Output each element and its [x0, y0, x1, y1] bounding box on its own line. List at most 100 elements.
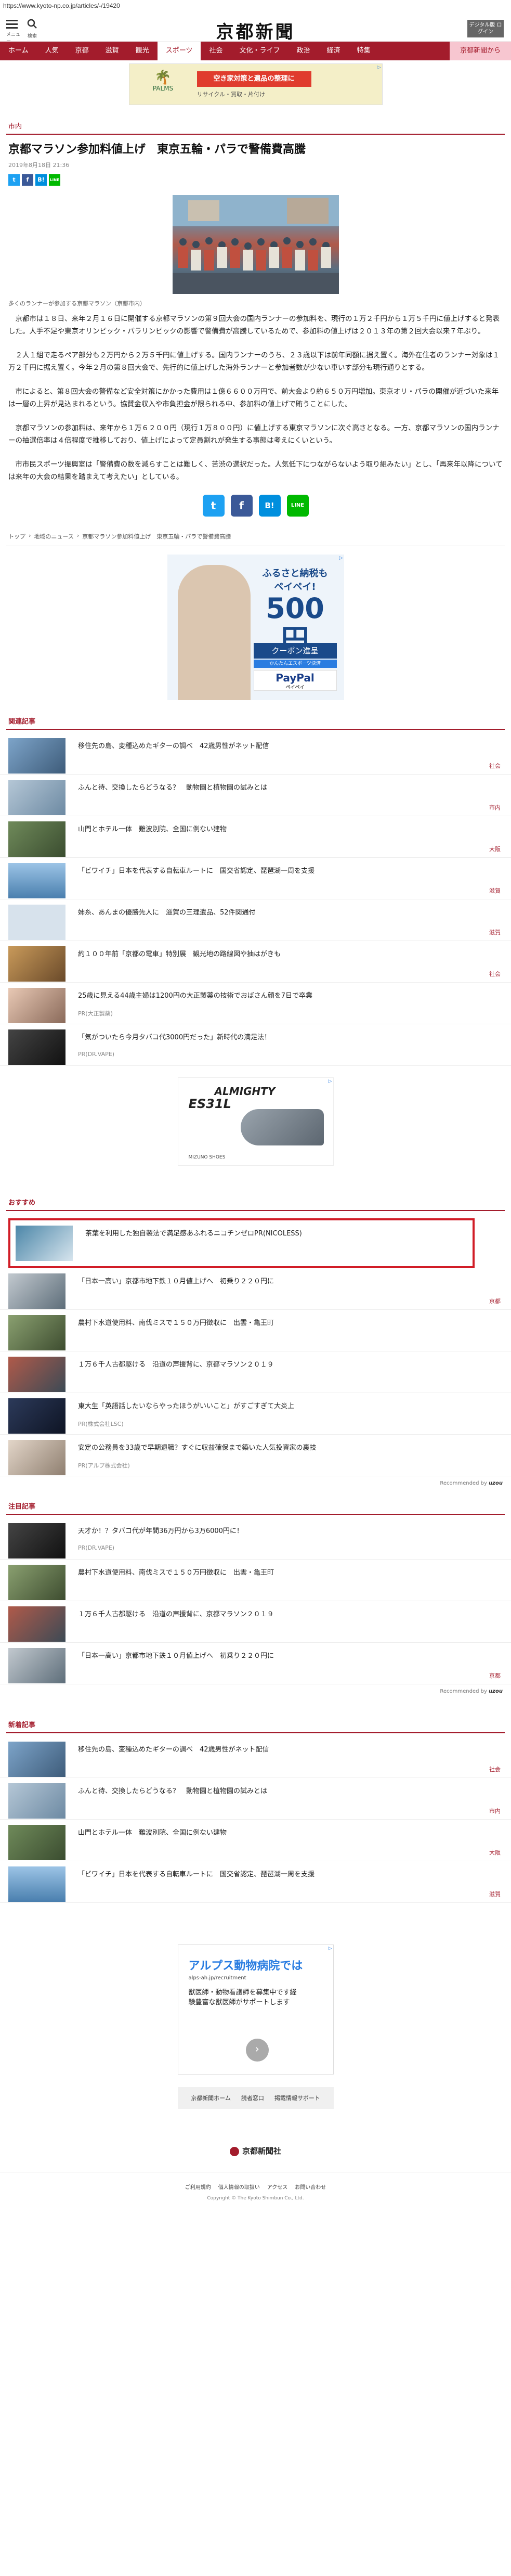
nav-item-economy[interactable]: 経済 — [318, 42, 348, 60]
mizuno-ad[interactable]: ALMIGHTY ES31L MIZUNO SHOES ▷ — [177, 1077, 334, 1166]
line-icon[interactable]: LINE — [49, 174, 60, 186]
paypay-ad[interactable]: ふるさと納税も ペイペイ! 500円 クーポン進呈 かんたんエスポーツ決済 Pa… — [167, 555, 344, 700]
list-item[interactable]: 移住先の島、変種込めたギターの調べ 42歳男性がネット配信 社会 — [0, 1736, 511, 1778]
list-item-category: 大阪 — [489, 846, 501, 853]
list-item-title: 東大生「英語話したいならやったほうがいいこと」がすごすぎて大炎上 PR(株式会社L… — [65, 1398, 294, 1429]
list-item[interactable]: 東大生「英語話したいならやったほうがいいこと」がすごすぎて大炎上 PR(株式会社L… — [0, 1393, 511, 1435]
list-item[interactable]: 25歳に見える44歳主婦は1200円の大正製薬の技術でおばさん顔を7日で卒業 PR… — [0, 983, 511, 1024]
list-item[interactable]: 「ビワイチ」日本を代表する自転車ルートに 国交省認定、琵琶湖一周を支援 滋賀 — [0, 1861, 511, 1903]
list-item[interactable]: 農村下水道使用料、南伐ミスで１５０万円徴収に 出雲・亀王町 — [0, 1310, 511, 1351]
new-title: 新着記事 — [8, 1721, 36, 1729]
list-item[interactable]: 姉糸、あんまの優勝先人に 滋賀の三理遺品、52件関通付 滋賀 — [0, 899, 511, 941]
adchoices-icon[interactable]: ▷ — [329, 1946, 332, 1951]
footer-nav-item[interactable]: 個人情報の取扱い — [218, 2183, 260, 2191]
list-item[interactable]: 山門とホテル一体 難波別院、全国に例ない建物 大阪 — [0, 1820, 511, 1861]
nav-item-home[interactable]: ホーム — [0, 42, 37, 60]
footer-logo[interactable]: 京都新聞社 — [0, 2145, 511, 2156]
footer-nav-item[interactable]: ご利用規約 — [185, 2183, 211, 2191]
list-item[interactable]: 天才か！？タバコ代が年間36万円から3万6000円に！ PR(DR.VAPE) — [0, 1518, 511, 1560]
top-ad-banner[interactable]: 🌴 PALMS 空き家対策と遺品の整理に リサイクル・買取・片付け ▷ — [128, 63, 383, 105]
footer-link[interactable]: 読者窓口 — [241, 2094, 264, 2102]
thumbnail — [8, 1357, 65, 1392]
recommended-by[interactable]: Recommended by uzou — [0, 1476, 511, 1490]
nav-item-shiga[interactable]: 滋賀 — [97, 42, 127, 60]
recommended-by[interactable]: Recommended by uzou — [0, 1684, 511, 1698]
footer-link[interactable]: 掲載情報サポート — [274, 2094, 320, 2102]
nav-item-from-kyoto[interactable]: 京都新聞から — [449, 42, 511, 60]
url-bar: https://www.kyoto-np.co.jp/articles/-/19… — [3, 2, 120, 9]
breadcrumb-item[interactable]: 地域のニュース — [34, 532, 73, 540]
adchoices-icon[interactable]: ▷ — [329, 1079, 332, 1084]
facebook-share-button[interactable]: f — [230, 495, 253, 517]
share-row-large: t f B! LINE — [0, 495, 511, 517]
list-item-title: ふんと待、交換したらどうなる？ 動物園と植物園の試みとは — [78, 784, 268, 792]
list-item-title: 農村下水道使用料、南伐ミスで１５０万円徴収に 出雲・亀王町 — [78, 1319, 274, 1327]
list-item[interactable]: １万６千人古都駆ける 沿道の声援背に、京都マラソン２０１９ — [0, 1351, 511, 1393]
adchoices-icon[interactable]: ▷ — [377, 65, 381, 70]
line-share-button[interactable]: LINE — [286, 495, 309, 517]
ad-brand: PALMS — [152, 85, 174, 92]
article-paragraph: 京都市は１８日、来年２月１６日に開催する京都マラソンの第９回大会の国内ランナーの… — [8, 315, 500, 336]
list-item-category: 大阪 — [489, 1849, 501, 1856]
footer-nav-item[interactable]: アクセス — [267, 2183, 288, 2191]
thumbnail — [8, 1523, 65, 1559]
list-item-category: 社会 — [489, 971, 501, 977]
breadcrumb-item[interactable]: トップ — [8, 532, 25, 540]
divider — [6, 1732, 505, 1733]
list-item[interactable]: 約１００年前「京都の電車」特別展 観光地の路線図や抽はがきも 社会 — [0, 941, 511, 983]
list-item[interactable]: 安定の公務員を33歳で早期退職？すぐに収益確保まで築いた人気投資家の裏技 PR(ア… — [0, 1435, 511, 1476]
highlighted-recommend-item[interactable]: 茶葉を利用した独自製法で満足感あふれるニコチンゼロPR(NICOLESS) — [8, 1218, 475, 1268]
site-logo[interactable]: 京都新聞 — [0, 18, 511, 43]
hospital-ad[interactable]: アルプス動物病院では alps-ah.jp/recruitment 獣医師・動物… — [177, 1944, 334, 2075]
pr-label: PR(株式会社LSC) — [78, 1421, 124, 1427]
nav-item-kyoto[interactable]: 京都 — [67, 42, 97, 60]
adchoices-icon[interactable]: ▷ — [339, 556, 343, 561]
list-item[interactable]: 農村下水道使用料、南伐ミスで１５０万円徴収に 出雲・亀王町 — [0, 1560, 511, 1601]
hatena-share-button[interactable]: B! — [258, 495, 281, 517]
list-item[interactable]: 「気がついたら今月タバコ代3000円だった」新時代の満足法！ PR(DR.VAPE… — [0, 1024, 511, 1066]
list-item[interactable]: ふんと待、交換したらどうなる？ 動物園と植物園の試みとは 市内 — [0, 775, 511, 816]
nav-item-tourism[interactable]: 観光 — [127, 42, 158, 60]
ad-copy: ふるさと納税も ペイペイ! 500円 — [254, 566, 337, 655]
nav-item-sports[interactable]: スポーツ — [157, 42, 201, 60]
list-item-category: 滋賀 — [489, 1891, 501, 1898]
list-item[interactable]: 移住先の島、変種込めたギターの調べ 42歳男性がネット配信 社会 — [0, 733, 511, 775]
nav-item-culture[interactable]: 文化・ライフ — [231, 42, 288, 60]
pr-title: 東大生「英語話したいならやったほうがいいこと」がすごすぎて大炎上 — [78, 1402, 295, 1410]
list-item[interactable]: 山門とホテル一体 難波別院、全国に例ない建物大阪 — [0, 816, 511, 858]
list-item-title: 山門とホテル一体 難波別院、全国に例ない建物 — [78, 826, 227, 833]
footer-link[interactable]: 京都新聞ホーム — [191, 2094, 231, 2102]
ad-person-image — [177, 565, 251, 700]
list-item-title: 天才か！？タバコ代が年間36万円から3万6000円に！ PR(DR.VAPE) — [65, 1523, 243, 1554]
pr-title: 25歳に見える44歳主婦は1200円の大正製薬の技術でおばさん顔を7日で卒業 — [78, 992, 313, 1000]
footer-nav-item[interactable]: お問い合わせ — [295, 2183, 326, 2191]
attention-title: 注目記事 — [8, 1503, 36, 1511]
list-item[interactable]: １万６千人古都駆ける 沿道の声援背に、京都マラソン２０１９ — [0, 1601, 511, 1643]
pr-title: 天才か！？タバコ代が年間36万円から3万6000円に！ — [78, 1527, 243, 1535]
thumbnail — [8, 780, 65, 815]
facebook-icon[interactable]: f — [22, 174, 33, 186]
nav-item-politics[interactable]: 政治 — [288, 42, 318, 60]
chevron-right-icon[interactable]: › — [245, 2039, 269, 2062]
nav-item-popular[interactable]: 人気 — [37, 42, 67, 60]
new-list: 移住先の島、変種込めたギターの調べ 42歳男性がネット配信 社会 ふんと待、交換し… — [0, 1736, 511, 1903]
list-item[interactable]: 「日本一高い」京都市地下鉄１０月値上げへ 初乗り２２０円に 京都 — [0, 1268, 511, 1310]
list-item[interactable]: 「日本一高い」京都市地下鉄１０月値上げへ 初乗り２２０円に 京都 — [0, 1643, 511, 1684]
twitter-share-button[interactable]: t — [202, 495, 225, 517]
list-item[interactable]: 「ビワイチ」日本を代表する自転車ルートに 国交省認定、琵琶湖一周を支援 滋賀 — [0, 858, 511, 899]
nav-item-special[interactable]: 特集 — [349, 42, 379, 60]
article-body: 京都市は１８日、来年２月１６日に開催する京都マラソンの第９回大会の国内ランナーの… — [0, 313, 511, 483]
list-item-title: 移住先の島、変種込めたギターの調べ 42歳男性がネット配信 — [78, 742, 269, 750]
twitter-icon[interactable]: t — [8, 174, 20, 186]
nav-item-society[interactable]: 社会 — [201, 42, 231, 60]
article-paragraph: 市市民スポーツ振興室は「警備費の数を減らすことは難しく、苦渋の選択だった。人気低… — [8, 460, 503, 481]
list-item-title: 25歳に見える44歳主婦は1200円の大正製薬の技術でおばさん顔を7日で卒業 PR… — [65, 988, 312, 1019]
shoe-image — [240, 1109, 324, 1145]
list-item[interactable]: ふんと待、交換したらどうなる？ 動物園と植物園の試みとは 市内 — [0, 1778, 511, 1820]
digital-login-button[interactable]: デジタル版 ログイン — [467, 20, 504, 37]
article-photo[interactable] — [172, 195, 339, 294]
thumbnail — [16, 1226, 73, 1261]
ad-coupon: クーポン進呈 — [253, 643, 337, 659]
copyright: Copyright © The Kyoto Shimbun Co., Ltd. — [207, 2196, 304, 2201]
hatena-icon[interactable]: B! — [35, 174, 47, 186]
